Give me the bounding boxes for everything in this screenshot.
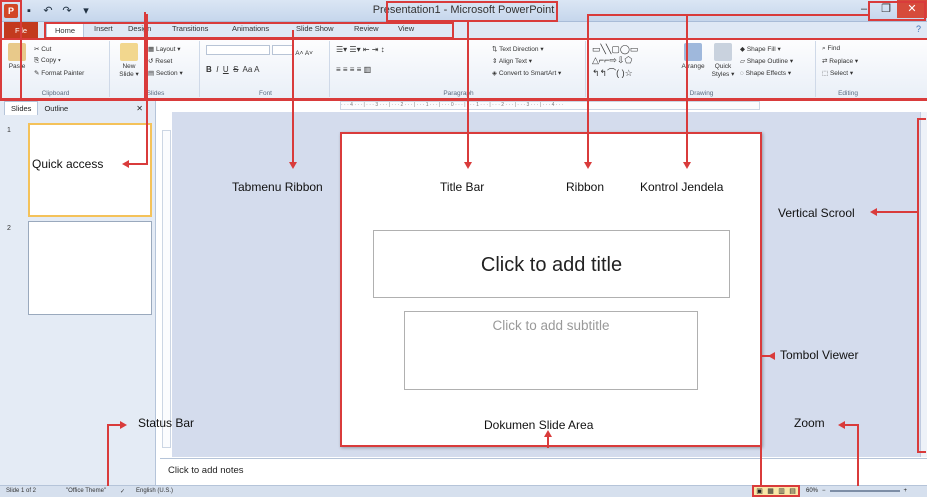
ribbon-highlight (0, 38, 927, 100)
help-icon[interactable]: ? (916, 24, 921, 34)
kontrol-leader (686, 14, 688, 162)
theme-name: "Office Theme" (66, 488, 107, 494)
titlebar-arrow (464, 162, 472, 169)
label-dokumen-slide-area: Dokumen Slide Area (484, 418, 594, 432)
zoom-arrow (838, 421, 845, 429)
kontrol-leader-top (686, 14, 868, 16)
zoom-out-button[interactable]: − (822, 488, 826, 494)
ribbon-leader (587, 14, 589, 162)
zoom-control: 60% − + (804, 485, 924, 497)
label-title-bar: Title Bar (440, 180, 485, 194)
zoom-slider[interactable] (829, 490, 900, 492)
normal-view-icon[interactable]: ▣ (756, 487, 763, 495)
slide-thumbnail-2[interactable] (28, 221, 152, 315)
quick-access-arrow (122, 160, 129, 168)
tabs-highlight (44, 22, 454, 39)
tabmenu-arrow (289, 162, 297, 169)
statusbar-leader-h (107, 424, 121, 426)
tab-outline[interactable]: Outline (38, 102, 74, 115)
label-tombol-viewer: Tombol Viewer (780, 348, 859, 362)
label-vertical-scroll: Vertical Scrool (778, 206, 855, 220)
kontrol-arrow (683, 162, 691, 169)
viewer-leader (760, 355, 762, 485)
quick-access-leader-vertical (146, 14, 148, 164)
zoom-level[interactable]: 60% (806, 488, 818, 494)
label-ribbon: Ribbon (566, 180, 605, 194)
language[interactable]: English (U.S.) (136, 488, 173, 494)
slidearea-leader (547, 436, 549, 448)
notes-pane[interactable]: Click to add notes (160, 458, 927, 484)
ribbon-leader-top (587, 14, 687, 16)
slide-count: Slide 1 of 2 (6, 488, 37, 494)
label-zoom: Zoom (794, 416, 825, 430)
titlebar-leader (467, 22, 469, 162)
slideshow-icon[interactable]: ▤ (789, 487, 796, 495)
title-placeholder[interactable]: Click to add title (373, 230, 730, 298)
zoom-in-button[interactable]: + (904, 488, 908, 494)
statusbar-arrow (120, 421, 127, 429)
tab-slides[interactable]: Slides (4, 101, 39, 115)
tabmenu-leader (292, 30, 294, 162)
vertical-scroll-highlight (917, 118, 926, 453)
label-status-bar: Status Bar (138, 416, 195, 430)
vscroll-arrow (870, 208, 877, 216)
view-buttons: ▣ ▦ ▥ ▤ (752, 485, 800, 497)
vscroll-leader (877, 211, 917, 213)
label-tabmenu-ribbon: Tabmenu Ribbon (232, 180, 323, 194)
vertical-ruler (162, 130, 171, 448)
thumbnail-number-2: 2 (7, 225, 11, 232)
viewer-arrow (768, 352, 775, 360)
zoom-leader-h (844, 424, 858, 426)
label-kontrol-jendela: Kontrol Jendela (640, 180, 724, 194)
horizontal-ruler: · · · 4 · · · | · · · 3 · · · | · · · 2 … (340, 101, 760, 110)
spellcheck-icon[interactable]: ✓ (120, 488, 125, 495)
subtitle-placeholder[interactable]: Click to add subtitle (404, 311, 698, 390)
ribbon-arrow (584, 162, 592, 169)
zoom-leader (857, 424, 859, 486)
reading-view-icon[interactable]: ▥ (778, 487, 785, 495)
thumbnail-number-1: 1 (7, 127, 11, 134)
title-bar-highlight (386, 1, 558, 22)
statusbar-leader (107, 424, 109, 486)
panel-tabs: Slides Outline ✕ (0, 99, 155, 115)
quick-access-leader-horizontal (128, 163, 148, 165)
slide-sorter-icon[interactable]: ▦ (767, 487, 774, 495)
window-controls-highlight (868, 1, 926, 21)
label-quick-access: Quick access (32, 157, 104, 171)
